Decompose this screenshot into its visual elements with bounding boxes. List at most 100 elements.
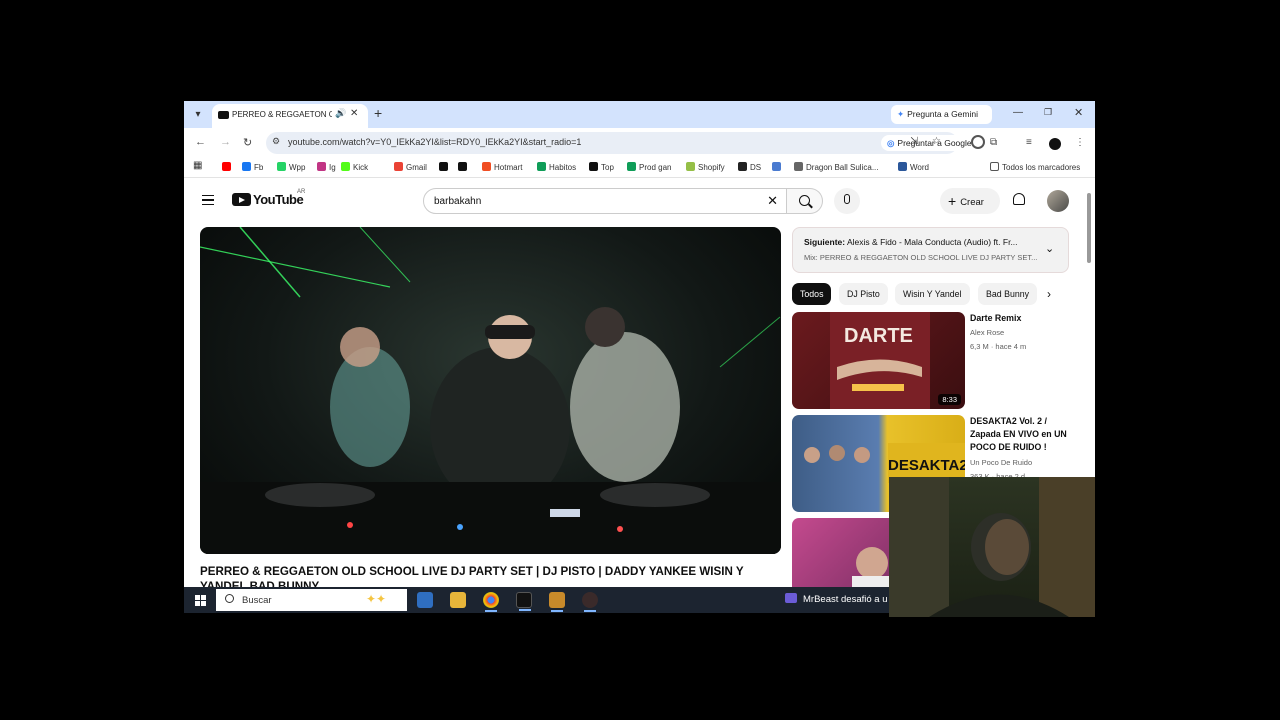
search-query: barbakahn [434,196,482,207]
search-icon [225,594,234,603]
search-input[interactable]: barbakahn ✕ [423,188,787,214]
chip-dj-pisto[interactable]: DJ Pisto [839,283,888,305]
chip-bad-bunny[interactable]: Bad Bunny [978,283,1038,305]
news-widget[interactable]: MrBeast desafió a u [785,593,888,605]
globe-icon [794,162,803,171]
news-icon [785,593,797,603]
window-close-icon[interactable]: ✕ [1074,106,1083,119]
bookmark-prod-gan[interactable]: Prod gan [627,162,671,172]
address-bar[interactable]: ⚙ youtube.com/watch?v=Y0_IEkKa2YI&list=R… [266,132,986,154]
filter-chips: Todos DJ Pisto Wisin Y Yandel Bad Bunny … [792,283,1069,305]
tiktok-icon [589,162,598,171]
taskbar-search[interactable]: Buscar ✦✦ [216,589,407,611]
bookmark-star-icon[interactable]: ☆ [932,136,941,147]
tiktok-icon [458,162,467,171]
file-explorer-icon[interactable] [450,592,466,608]
apps-grid-icon[interactable]: ▦ [193,160,202,171]
back-arrow-icon[interactable]: ← [195,136,206,148]
store-app-icon[interactable] [417,592,433,608]
video-thumbnail[interactable]: DARTE 8:33 [792,312,965,409]
bookmark-hotmart[interactable]: Hotmart [482,162,522,172]
url-text: youtube.com/watch?v=Y0_IEkKa2YI&list=RDY… [288,137,582,147]
maximize-icon[interactable]: ❐ [1044,107,1052,118]
reload-icon[interactable]: ↻ [243,136,252,149]
webcam-overlay [889,477,1095,617]
bookmark-shopify[interactable]: Shopify [686,162,725,172]
new-tab-plus-icon[interactable]: + [374,105,382,121]
bookmark-fb[interactable]: Fb [242,162,263,172]
bookmark-word[interactable]: Word [898,162,929,172]
clear-search-icon[interactable]: ✕ [767,193,778,209]
tab-search-chevron-icon[interactable]: ▾ [190,107,206,123]
microphone-icon [844,194,850,204]
speaker-icon[interactable]: 🔊 [335,108,346,119]
profile-icon[interactable] [1049,138,1061,150]
shopify-icon [686,162,695,171]
gemini-button[interactable]: ✦ Pregunta a Gemini [891,105,992,124]
bookmark-wpp[interactable]: Wpp [277,162,305,172]
tab-strip: ▾ PERREO & REGGAETON OL 🔊 ✕ + ✦ Pregunta … [184,101,1095,128]
extensions-puzzle-icon[interactable]: ⧉ [990,137,997,148]
scrollbar-thumb[interactable] [1087,193,1091,263]
recommendation-title[interactable]: DESAKTA2 Vol. 2 / Zapada EN VIVO en UN P… [970,415,1070,454]
bookmark-notion[interactable] [439,162,451,172]
channel-name[interactable]: Alex Rose [970,328,1004,337]
bookmark-label: Kick [353,163,369,172]
site-info-icon[interactable]: ⚙ [272,136,280,147]
folder-icon [990,162,999,171]
bookmark-circle[interactable] [772,162,784,172]
up-next-title: Siguiente: Alexis & Fido - Mala Conducta… [804,237,1039,247]
bookmarks-bar: ▦ Todos los marcadores Fb Wpp Ig Kick Gmail H… [184,158,1095,178]
menu-kebab-icon[interactable]: ⋮ [1075,137,1085,148]
up-next-video: Alexis & Fido - Mala Conducta (Audio) ft… [847,237,1018,247]
view-meta: 6,3 M · hace 4 m [970,342,1027,351]
bookmark-label: Ig [329,163,336,172]
tab-close-icon[interactable]: ✕ [350,108,358,119]
sheets-icon [537,162,546,171]
chip-todos[interactable]: Todos [792,283,832,305]
chrome-icon[interactable] [483,592,499,612]
minimize-icon[interactable]: — [1013,107,1023,118]
bookmark-label: Wpp [289,163,306,172]
google-lens-icon: ◎ [887,138,895,148]
active-tab[interactable]: PERREO & REGGAETON OL 🔊 ✕ [212,104,368,128]
notifications-bell-icon[interactable] [1013,193,1025,205]
channel-name[interactable]: Un Poco De Ruido [970,458,1032,467]
voice-search-button[interactable] [834,188,860,214]
video-player[interactable] [200,227,781,554]
media-queue-icon[interactable]: ≡ [1026,137,1032,148]
search-button[interactable] [787,188,823,214]
gemini-spark-icon: ✦ [897,109,905,119]
chip-wisin-y-yandel[interactable]: Wisin Y Yandel [895,283,970,305]
up-next-panel[interactable]: Siguiente: Alexis & Fido - Mala Conducta… [792,227,1069,273]
bookmark-top[interactable]: Top [589,162,614,172]
bookmark-gmail[interactable]: Gmail [394,162,427,172]
webcam-feed [889,477,1095,617]
recommendation-title[interactable]: Darte Remix [970,312,1070,325]
bookmark-kick[interactable]: Kick [341,162,368,172]
bookmark-ig[interactable]: Ig [317,162,336,172]
obs-icon[interactable] [516,592,532,611]
region-code: AR [297,189,306,195]
chevron-right-icon[interactable]: › [1047,287,1051,301]
bookmark-ds[interactable]: DS [738,162,761,172]
install-app-icon[interactable]: ⇲ [910,136,918,147]
gemini-label: Pregunta a Gemini [907,109,978,119]
all-bookmarks[interactable]: Todos los marcadores [990,162,1080,172]
browser-toolbar: ← → ↻ ⚙ youtube.com/watch?v=Y0_IEkKa2YI&… [184,128,1095,158]
bookmark-tiktok[interactable] [458,162,470,172]
chevron-down-icon[interactable]: ⌄ [1045,242,1054,255]
bookmark-dragon-ball-sulica[interactable]: Dragon Ball Sulica... [794,162,878,172]
youtube-wordmark[interactable]: YouTube [253,192,304,207]
bookmark-habitos[interactable]: Habitos [537,162,576,172]
windows-start-icon[interactable] [195,595,206,606]
media-app-icon[interactable] [582,592,598,612]
bookmark-youtube[interactable] [222,162,234,172]
youtube-logo-icon[interactable] [232,193,251,206]
extension-badge-icon[interactable] [971,135,985,149]
game-launcher-icon[interactable] [549,592,565,612]
hamburger-menu-icon[interactable] [202,195,214,205]
create-button[interactable]: + Crear [940,188,1000,214]
avatar[interactable] [1047,190,1069,212]
forward-arrow-icon[interactable]: → [220,136,231,148]
